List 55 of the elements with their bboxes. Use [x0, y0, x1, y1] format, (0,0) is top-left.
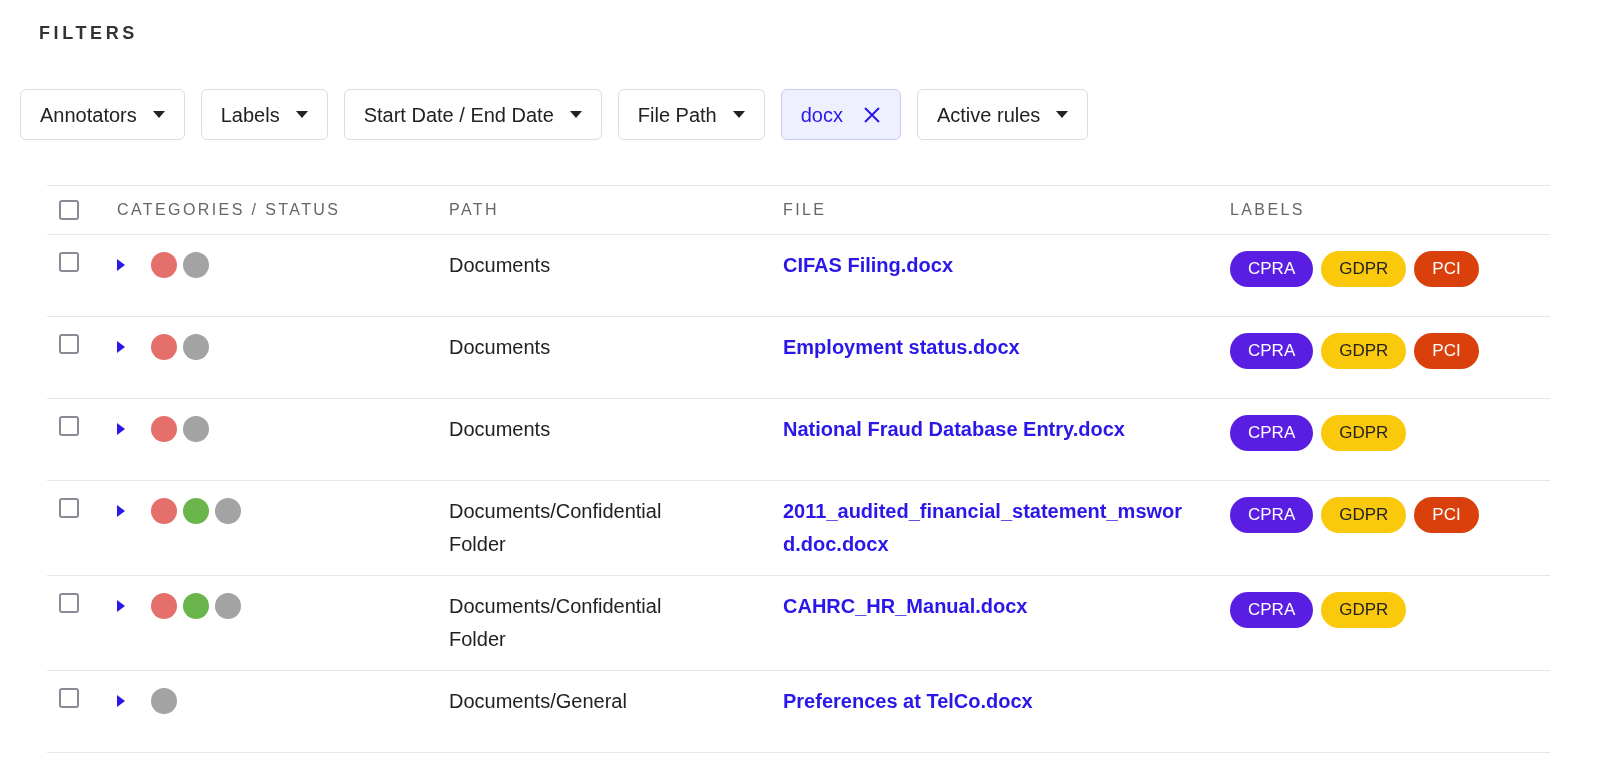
caret-icon	[1056, 111, 1069, 118]
path-text: Documents	[449, 253, 552, 278]
caret-icon	[732, 111, 745, 118]
column-header: CATEGORIES / STATUS	[117, 201, 341, 218]
label-tag: GDPR	[1321, 333, 1407, 369]
label-tag: CPRA	[1230, 592, 1314, 628]
file-link[interactable]: Employment status.docx	[783, 331, 1183, 364]
checkbox[interactable]	[59, 593, 79, 613]
caret-icon	[295, 111, 308, 118]
label-tag: CPRA	[1230, 251, 1314, 287]
expand-icon[interactable]	[117, 505, 125, 517]
path-text: Documents/General	[449, 689, 628, 714]
file-link[interactable]: Preferences at TelCo.docx	[783, 685, 1183, 718]
file-link[interactable]: National Fraud Database Entry.docx	[783, 413, 1183, 446]
column-header: FILE	[783, 201, 827, 218]
column-header: PATH	[449, 201, 499, 218]
label-tag: CPRA	[1230, 497, 1314, 533]
filter-dropdown[interactable]: File Path	[617, 89, 765, 140]
checkbox[interactable]	[59, 200, 79, 220]
label-tag: PCI	[1414, 333, 1479, 369]
file-link[interactable]: 2011_audited_financial_statement_msword.doc.docx	[783, 495, 1183, 561]
path-text: Documents	[449, 335, 552, 360]
expand-icon[interactable]	[117, 259, 125, 271]
expand-icon[interactable]	[117, 423, 125, 435]
expand-icon[interactable]	[117, 600, 125, 612]
close-icon[interactable]	[862, 105, 881, 124]
checkbox[interactable]	[59, 688, 79, 708]
filter-dropdown[interactable]: Labels	[200, 89, 328, 140]
caret-icon	[569, 111, 582, 118]
file-link[interactable]: CAHRC_HR_Manual.docx	[783, 590, 1183, 623]
label-tag: CPRA	[1230, 333, 1314, 369]
expand-icon[interactable]	[117, 341, 125, 353]
filter-dropdown[interactable]: Annotators	[20, 89, 185, 140]
section-heading: FILTERS	[39, 22, 138, 45]
label-tag: PCI	[1414, 251, 1479, 287]
caret-icon	[152, 111, 165, 118]
file-link[interactable]: CIFAS Filing.docx	[783, 249, 1183, 282]
label-tag: PCI	[1414, 497, 1479, 533]
label-tag: CPRA	[1230, 415, 1314, 451]
path-text: Documents/Confidential Folder	[449, 499, 663, 557]
label-tag: GDPR	[1321, 497, 1407, 533]
path-text: Documents	[449, 417, 552, 442]
checkbox[interactable]	[59, 416, 79, 436]
expand-icon[interactable]	[117, 695, 125, 707]
column-header: LABELS	[1230, 201, 1305, 218]
filter-dropdown[interactable]: Active rules	[916, 89, 1089, 140]
filter-dropdown[interactable]: Start Date / End Date	[343, 89, 602, 140]
label-tag: GDPR	[1321, 251, 1407, 287]
checkbox[interactable]	[59, 252, 79, 272]
label-tag: GDPR	[1321, 592, 1407, 628]
checkbox[interactable]	[59, 334, 79, 354]
filter-chip-label: docx	[800, 102, 843, 128]
checkbox[interactable]	[59, 498, 79, 518]
label-tag: GDPR	[1321, 415, 1407, 451]
path-text: Documents/Confidential Folder	[449, 594, 663, 652]
